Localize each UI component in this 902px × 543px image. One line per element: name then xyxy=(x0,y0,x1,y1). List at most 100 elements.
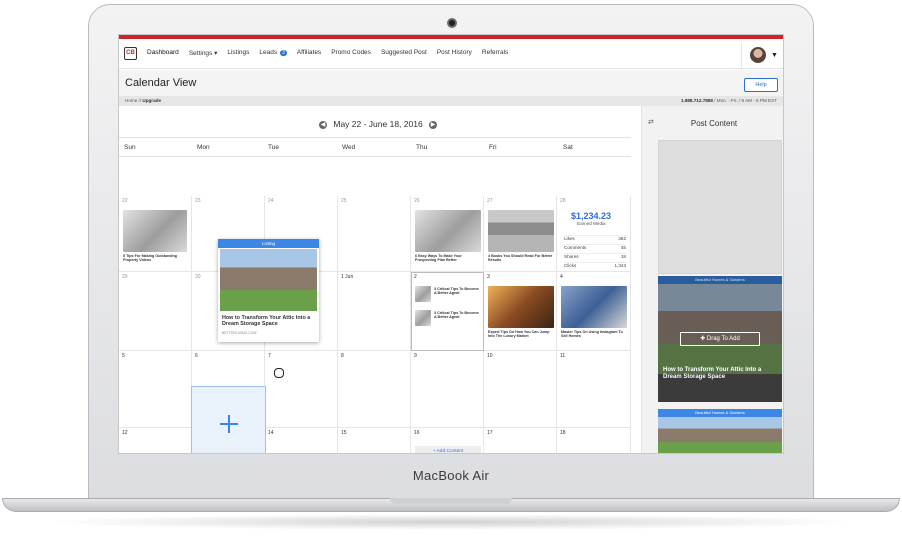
day-number: 9 xyxy=(414,353,417,359)
calendar-day-wed[interactable]: 25 xyxy=(338,196,411,272)
post-title: How to Transform Your Attic Into a Dream… xyxy=(663,367,762,380)
breadcrumb-home[interactable]: Home xyxy=(125,98,137,103)
nav-listings[interactable]: Listings xyxy=(227,49,249,57)
post-tag: Listing xyxy=(218,239,319,248)
stat-value: 45 xyxy=(620,245,626,250)
day-header-tue: Tue xyxy=(268,144,279,151)
calendar-day-fri[interactable]: 17 xyxy=(484,428,557,453)
nav-dashboard[interactable]: Dashboard xyxy=(147,49,179,57)
post-thumbnail[interactable] xyxy=(561,286,627,328)
sidebar-title: Post Content xyxy=(690,119,738,128)
day-header-sat: Sat xyxy=(563,144,573,151)
leads-count-badge: 3 xyxy=(279,50,287,56)
stat-likes: Likes 382 xyxy=(564,235,626,241)
post-title[interactable]: 3 Critical Tips To Become A Better Agent xyxy=(434,311,480,320)
nav-affiliates[interactable]: Affiliates xyxy=(297,49,321,57)
device-brand: MacBook Air xyxy=(412,468,490,483)
caret-down-icon[interactable]: ▼ xyxy=(771,52,778,59)
post-thumbnail[interactable] xyxy=(123,210,187,252)
day-number: 27 xyxy=(487,198,493,204)
post-source: BETTERLIVING.COM xyxy=(222,331,257,335)
calendar-day-tue[interactable]: 14 xyxy=(265,428,338,453)
day-header-fri: Fri xyxy=(489,144,497,151)
post-title[interactable]: 4 Books You Should Read For Better Resul… xyxy=(488,254,554,263)
grab-hand-icon xyxy=(274,368,284,378)
add-content-button[interactable]: + Add Content xyxy=(415,446,481,453)
post-thumbnail[interactable] xyxy=(488,210,554,252)
nav-settings[interactable]: Settings ▾ xyxy=(189,49,218,57)
calendar-day-sat[interactable]: 11 xyxy=(557,351,631,428)
stat-value: 18 xyxy=(620,254,626,259)
calendar-day-tue[interactable]: 7 xyxy=(265,351,338,428)
calendar-day-wed[interactable]: 15 xyxy=(338,428,411,453)
day-headers: Sun Mon Tue Wed Thu Fri Sat xyxy=(119,137,631,157)
post-image xyxy=(220,249,317,311)
stat-clicks: Clicks 1,343 xyxy=(564,262,626,268)
top-nav: CB Dashboard Settings ▾ Listings Leads 3… xyxy=(119,39,783,69)
day-number: 18 xyxy=(560,430,566,436)
nav-leads[interactable]: Leads 3 xyxy=(259,49,287,57)
day-number: 26 xyxy=(414,198,420,204)
prev-arrow-icon[interactable]: ◀ xyxy=(319,121,327,129)
nav-leads-label: Leads xyxy=(259,49,278,56)
plus-icon xyxy=(220,415,238,433)
next-arrow-icon[interactable]: ▶ xyxy=(429,121,438,129)
day-number: 4 xyxy=(560,274,563,280)
day-number: 1 Jun xyxy=(341,274,354,280)
day-header-wed: Wed xyxy=(342,144,356,151)
day-number: 3 xyxy=(487,274,490,280)
contact-info: 1.888.712.7888 / Mon. - Fri. / 9 AM - 6 … xyxy=(681,98,777,103)
day-number: 25 xyxy=(341,198,347,204)
drag-to-add-button[interactable]: ✚ Drag To Add xyxy=(680,332,760,346)
contact-phone: 1.888.712.7888 xyxy=(680,98,713,103)
nav-referrals[interactable]: Referrals xyxy=(482,49,508,57)
post-title[interactable]: Expert Tips On How You Can Jump Into The… xyxy=(488,330,556,339)
sidebar-post-card[interactable]: Beautiful Homes & Gardens ✚ Drag To Add … xyxy=(658,276,782,402)
breadcrumb-bar: Home // Upgrade 1.888.712.7888 / Mon. - … xyxy=(119,96,783,106)
calendar-day-sun[interactable]: 5 xyxy=(119,351,192,428)
calendar-day-fri[interactable]: 10 xyxy=(484,351,557,428)
day-number: 23 xyxy=(195,198,201,204)
post-thumbnail[interactable] xyxy=(415,310,431,326)
post-title: How to Transform Your Attic Into a Dream… xyxy=(222,315,311,328)
drop-zone[interactable] xyxy=(191,386,266,453)
sidebar-post-card[interactable]: Beautiful Homes & Gardens xyxy=(658,409,782,453)
calendar-day-sat[interactable]: 18 xyxy=(557,428,631,453)
day-number: 8 xyxy=(341,353,344,359)
stat-comments: Comments 45 xyxy=(564,244,626,250)
earned-label: Earned Media xyxy=(577,221,606,226)
logo[interactable]: CB xyxy=(124,47,137,60)
user-menu[interactable]: ▼ xyxy=(741,43,783,69)
day-number: 5 xyxy=(122,353,125,359)
date-range-label: May 22 - June 18, 2016 xyxy=(333,119,423,129)
day-number: 16 xyxy=(414,430,420,436)
day-number: 29 xyxy=(122,274,128,280)
calendar-day-sun[interactable]: 12 xyxy=(119,428,192,453)
avatar[interactable] xyxy=(750,47,766,63)
post-title[interactable]: 3 Critical Tips To Become A Better Agent xyxy=(434,287,480,296)
day-number: 17 xyxy=(487,430,493,436)
day-number: 10 xyxy=(487,353,493,359)
post-title[interactable]: 5 Tips For Making Outstanding Property V… xyxy=(123,254,191,263)
nav-suggested-post[interactable]: Suggested Post xyxy=(381,49,427,57)
day-number: 7 xyxy=(268,353,271,359)
screen: CB Dashboard Settings ▾ Listings Leads 3… xyxy=(118,34,784,454)
dragging-post-card[interactable]: Listing How to Transform Your Attic Into… xyxy=(218,239,319,342)
post-content-sidebar: ⇄ Post Content Beautiful Homes & Gardens… xyxy=(641,106,783,453)
day-number: 6 xyxy=(195,353,198,359)
post-title[interactable]: 6 Easy Ways To Make Your Prospecting Pla… xyxy=(415,254,483,263)
calendar-day-sun[interactable]: 29 xyxy=(119,272,192,351)
calendar-day-thu[interactable]: 9 xyxy=(411,351,484,428)
post-thumbnail[interactable] xyxy=(415,210,481,252)
post-thumbnail[interactable] xyxy=(415,286,431,302)
calendar-day-wed[interactable]: 1 Jun xyxy=(338,272,411,351)
post-thumbnail[interactable] xyxy=(488,286,554,328)
day-number: 30 xyxy=(195,274,201,280)
stat-value: 382 xyxy=(618,236,626,241)
help-button[interactable]: Help xyxy=(744,78,778,92)
laptop-shadow xyxy=(40,514,862,530)
post-title[interactable]: Master Tips On Using Instagram To Sell H… xyxy=(561,330,629,339)
calendar-day-wed[interactable]: 8 xyxy=(338,351,411,428)
nav-post-history[interactable]: Post History xyxy=(437,49,472,57)
nav-promo-codes[interactable]: Promo Codes xyxy=(331,49,371,57)
